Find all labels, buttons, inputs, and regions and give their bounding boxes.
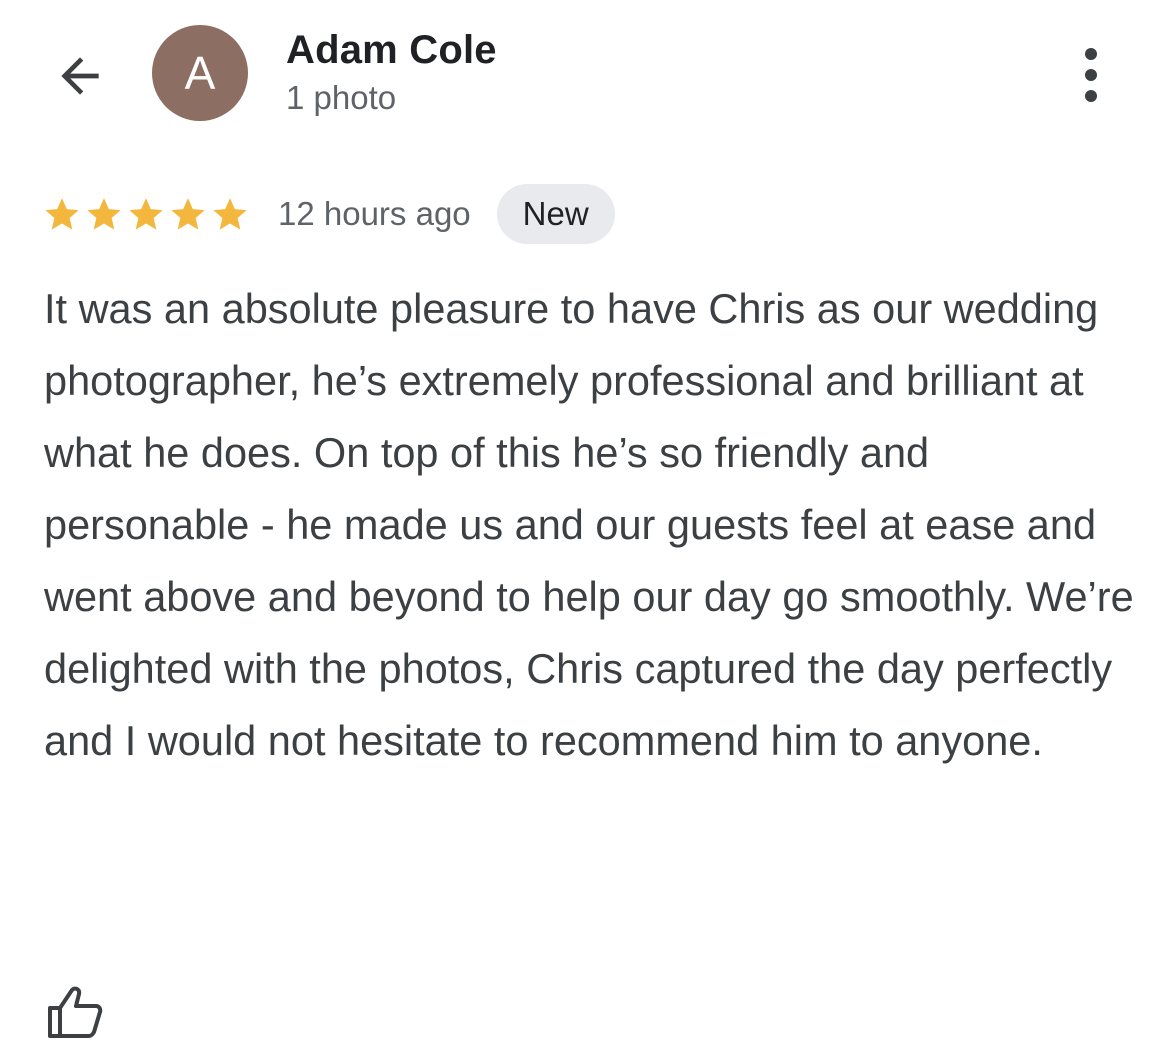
more-options-button[interactable] — [1066, 40, 1116, 110]
star-icon — [87, 198, 121, 230]
avatar-letter: A — [184, 47, 216, 99]
more-vert-icon-dot — [1085, 90, 1097, 102]
thumbs-up-icon — [48, 986, 103, 1038]
reviewer-name[interactable]: Adam Cole — [286, 28, 497, 73]
star-icon — [45, 198, 79, 230]
star-icon — [171, 198, 205, 230]
more-vert-icon — [1085, 48, 1097, 60]
avatar[interactable]: A — [152, 25, 248, 121]
arrow-back-icon — [61, 57, 99, 95]
more-vert-icon-dot — [1085, 69, 1097, 81]
review-time: 12 hours ago — [278, 195, 471, 232]
star-icon — [213, 198, 247, 230]
new-badge: New — [496, 184, 615, 244]
review-text: It was an absolute pleasure to have Chri… — [44, 285, 1134, 764]
reviewer-photo-count: 1 photo — [286, 79, 397, 116]
like-button[interactable] — [44, 984, 108, 1040]
rating-row: 12 hours ago New — [42, 184, 615, 244]
back-button[interactable] — [44, 44, 116, 108]
star-rating — [42, 194, 250, 234]
star-icon — [129, 198, 163, 230]
